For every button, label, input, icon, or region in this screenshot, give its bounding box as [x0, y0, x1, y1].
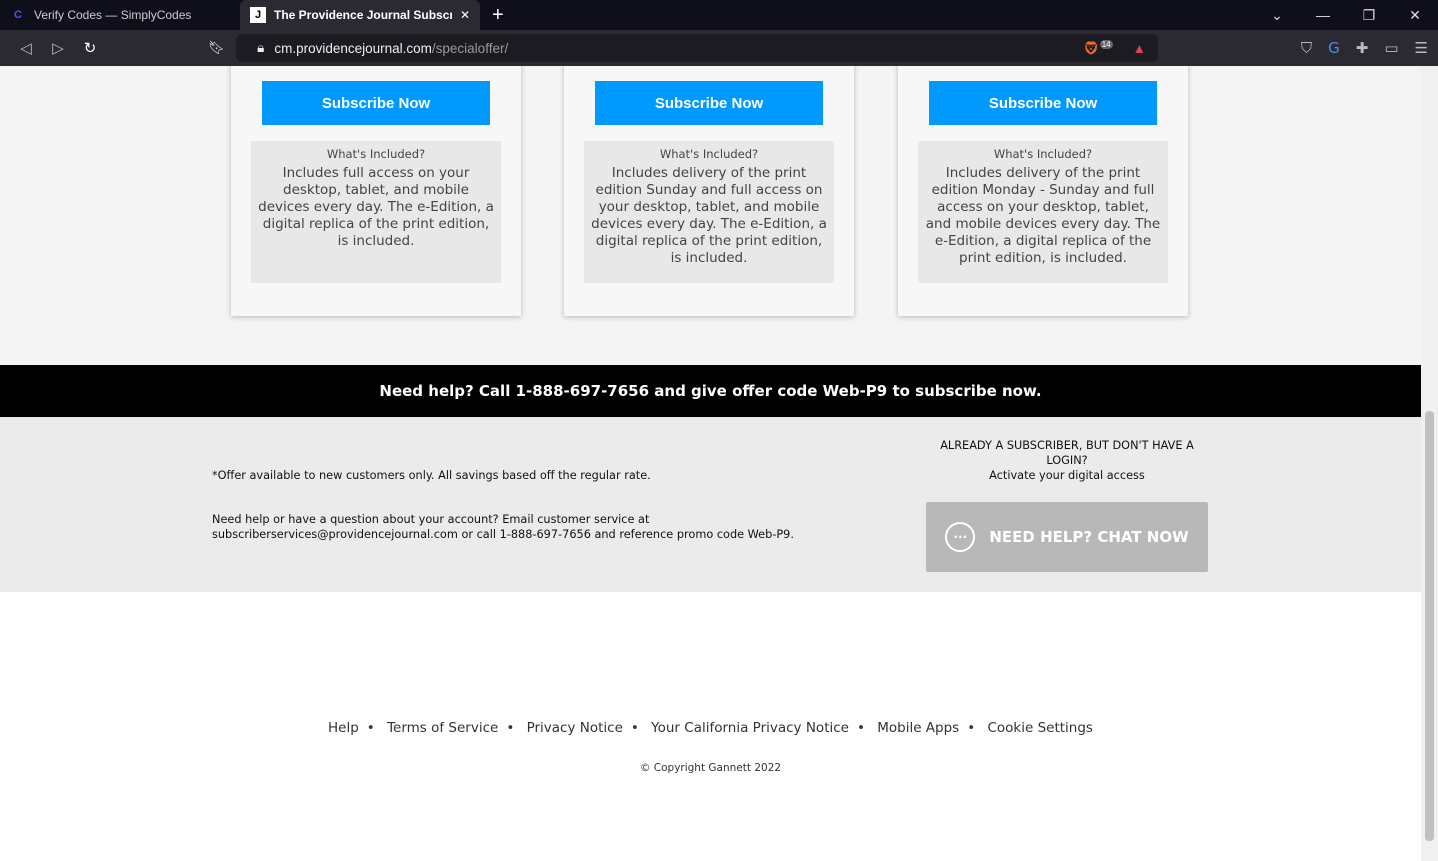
- minimize-icon[interactable]: —: [1300, 7, 1346, 24]
- included-heading: What's Included?: [659, 147, 759, 161]
- footer-link-california-privacy[interactable]: Your California Privacy Notice: [651, 720, 849, 736]
- back-icon[interactable]: ◁: [10, 39, 42, 57]
- plan-cards: Subscribe Now What's Included? Includes …: [0, 66, 1421, 365]
- scrollbar-thumb[interactable]: [1425, 411, 1434, 841]
- address-bar[interactable]: 🔖︎ 🔒︎ cm.providencejournal.com /specialo…: [208, 34, 1158, 62]
- close-window-icon[interactable]: ✕: [1392, 7, 1438, 24]
- menu-icon[interactable]: ☰: [1415, 39, 1428, 57]
- translate-icon[interactable]: G: [1328, 39, 1340, 57]
- scrollbar[interactable]: [1421, 66, 1438, 861]
- included-heading: What's Included?: [326, 147, 426, 161]
- footer: Help • Terms of Service • Privacy Notice • …: [0, 592, 1421, 861]
- journal-icon: J: [250, 7, 266, 23]
- url-host: cm.providencejournal.com: [274, 40, 432, 56]
- whats-included: What's Included? Includes full access on…: [251, 141, 501, 283]
- plan-card: Subscribe Now What's Included? Includes …: [898, 66, 1188, 316]
- included-description: Includes delivery of the print edition S…: [591, 165, 827, 266]
- separator: •: [967, 720, 976, 736]
- account-help-contact[interactable]: subscriberservices@providencejournal.com…: [212, 527, 794, 542]
- page-content: Subscribe Now What's Included? Includes …: [0, 66, 1421, 861]
- subscribe-now-button[interactable]: Subscribe Now: [595, 81, 823, 125]
- footer-link-terms[interactable]: Terms of Service: [387, 720, 498, 736]
- bookmark-icon[interactable]: 🔖︎: [208, 40, 225, 56]
- account-help: Need help or have a question about your …: [212, 512, 794, 542]
- lock-icon: 🔒︎: [257, 40, 265, 55]
- wallet-icon[interactable]: ▭: [1384, 39, 1398, 57]
- tab-title: Verify Codes — SimplyCodes: [34, 8, 192, 22]
- plan-card: Subscribe Now What's Included? Includes …: [564, 66, 854, 316]
- footer-link-privacy[interactable]: Privacy Notice: [527, 720, 623, 736]
- included-description: Includes delivery of the print edition M…: [925, 165, 1161, 266]
- footer-links: Help • Terms of Service • Privacy Notice • …: [0, 720, 1421, 736]
- chat-bubble-icon: ···: [945, 522, 976, 552]
- separator: •: [366, 720, 375, 736]
- tab-simplycodes[interactable]: C Verify Codes — SimplyCodes: [0, 0, 240, 30]
- plan-card: Subscribe Now What's Included? Includes …: [231, 66, 521, 316]
- new-tab-button[interactable]: +: [480, 4, 516, 27]
- toolbar: ◁ ▷ ↻ 🔖︎ 🔒︎ cm.providencejournal.com /sp…: [0, 30, 1438, 66]
- footer-link-cookie-settings[interactable]: Cookie Settings: [987, 720, 1092, 736]
- reload-icon[interactable]: ↻: [74, 39, 106, 57]
- separator: •: [856, 720, 865, 736]
- close-tab-icon[interactable]: ✕: [460, 8, 470, 22]
- help-section: *Offer available to new customers only. …: [0, 417, 1421, 592]
- included-heading: What's Included?: [993, 147, 1093, 161]
- chat-now-label: NEED HELP? CHAT NOW: [989, 528, 1189, 546]
- restore-icon[interactable]: ❐: [1346, 7, 1392, 24]
- subscribe-now-button[interactable]: Subscribe Now: [929, 81, 1157, 125]
- footer-link-help[interactable]: Help: [328, 720, 359, 736]
- brave-rewards-icon[interactable]: ▲: [1133, 41, 1146, 56]
- url-path: /specialoffer/: [431, 40, 509, 56]
- included-description: Includes full access on your desktop, ta…: [258, 165, 494, 249]
- tab-bar: C Verify Codes — SimplyCodes J The Provi…: [0, 0, 1438, 30]
- whats-included: What's Included? Includes delivery of th…: [584, 141, 834, 283]
- activate-digital-access-link[interactable]: Activate your digital access: [926, 468, 1208, 483]
- simplycodes-icon: C: [14, 9, 22, 21]
- chat-now-button[interactable]: ··· NEED HELP? CHAT NOW: [926, 502, 1208, 572]
- forward-icon[interactable]: ▷: [42, 39, 74, 57]
- help-banner: Need help? Call 1-888-697-7656 and give …: [0, 365, 1421, 417]
- footer-link-mobile-apps[interactable]: Mobile Apps: [877, 720, 959, 736]
- brave-shields-icon[interactable]: 🦁︎ 14: [1083, 39, 1113, 57]
- subscribe-now-button[interactable]: Subscribe Now: [262, 81, 490, 125]
- separator: •: [630, 720, 639, 736]
- separator: •: [506, 720, 515, 736]
- tab-providence-journal[interactable]: J The Providence Journal Subscripti ✕: [240, 0, 480, 30]
- tab-title: The Providence Journal Subscripti: [274, 8, 452, 22]
- already-subscriber-text: ALREADY A SUBSCRIBER, BUT DON'T HAVE A L…: [940, 439, 1194, 467]
- account-help-text: Need help or have a question about your …: [212, 513, 650, 526]
- extensions-icon[interactable]: ✚: [1356, 39, 1369, 57]
- whats-included: What's Included? Includes delivery of th…: [918, 141, 1168, 283]
- tab-list-icon[interactable]: ⌄: [1254, 7, 1300, 24]
- copyright: © Copyright Gannett 2022: [639, 762, 782, 774]
- already-subscriber: ALREADY A SUBSCRIBER, BUT DON'T HAVE A L…: [926, 438, 1208, 483]
- offer-note: *Offer available to new customers only. …: [212, 469, 651, 482]
- vpn-shield-icon[interactable]: ⛉: [1301, 39, 1312, 57]
